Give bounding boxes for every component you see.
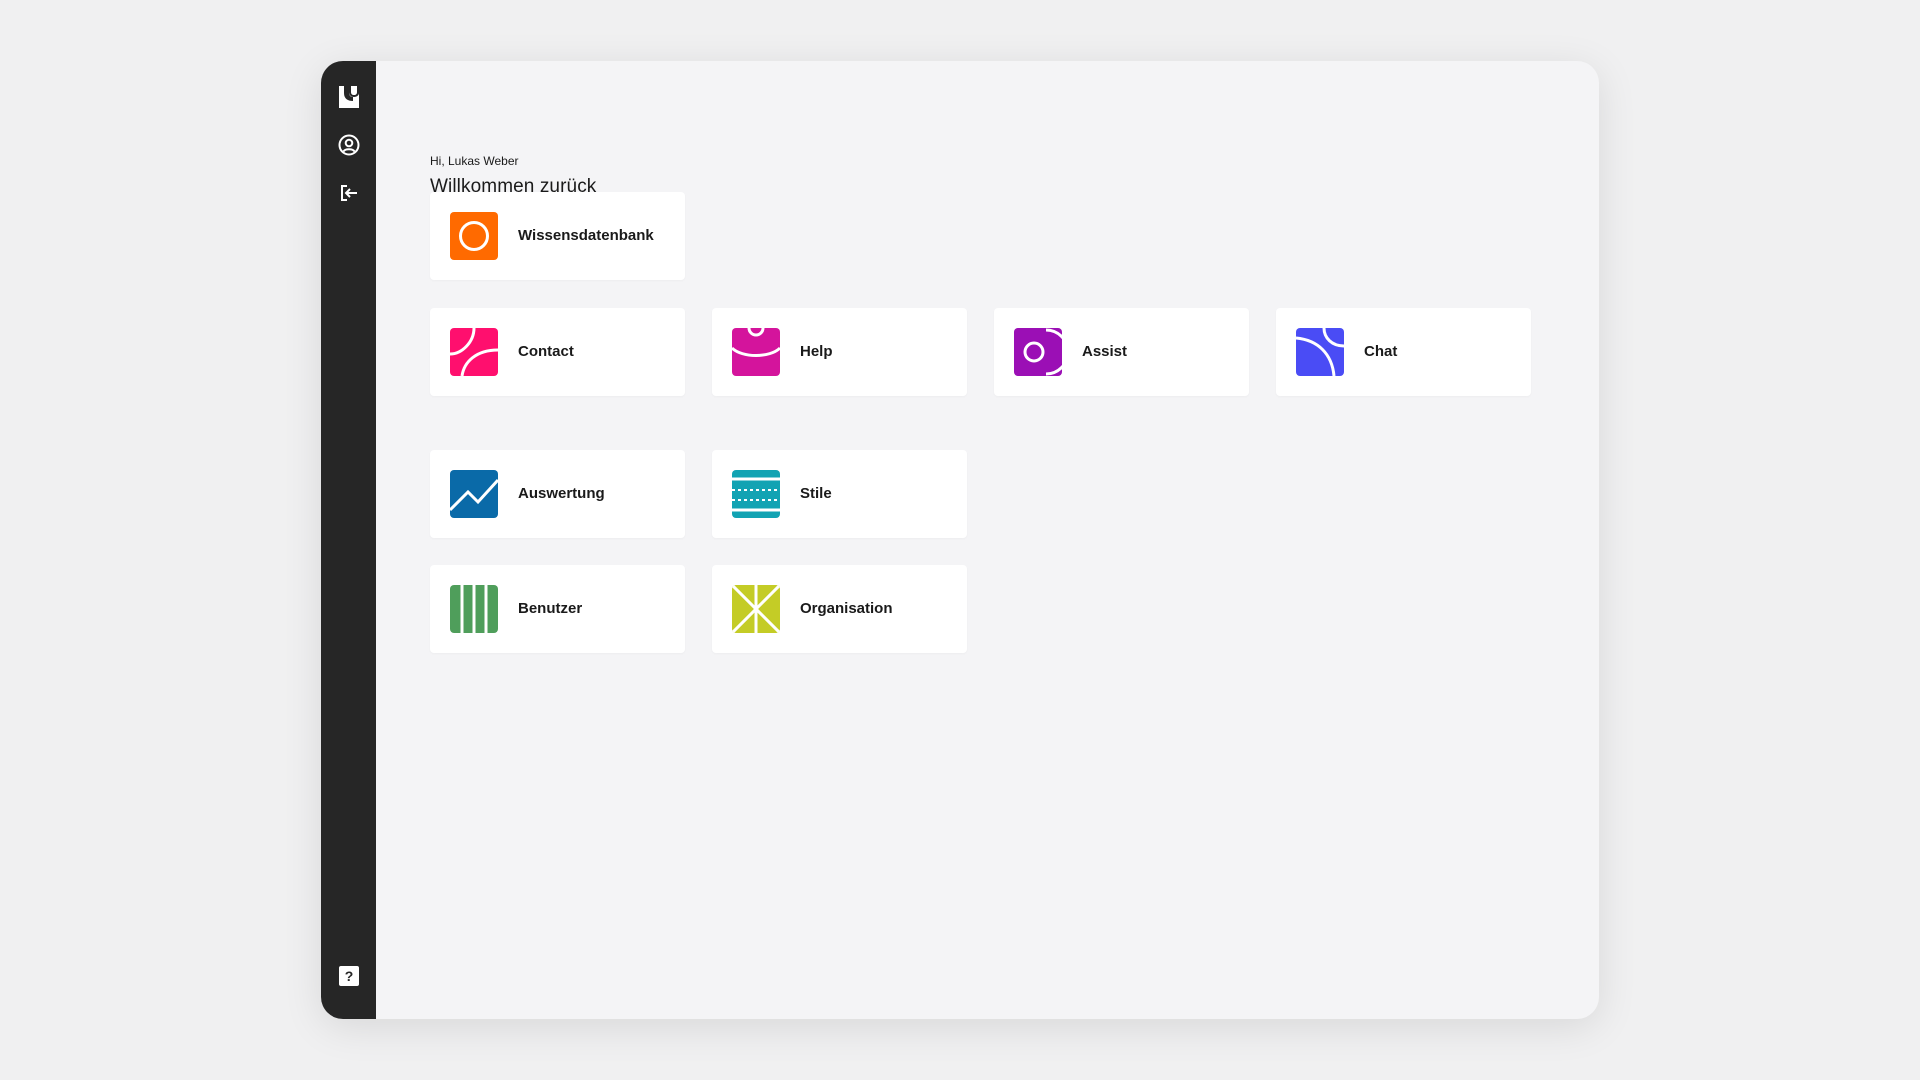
organisation-icon [732, 585, 780, 633]
app-card-assist[interactable]: Assist [994, 308, 1249, 396]
app-window: ? Hi, Lukas Weber Willkommen zurück Wiss… [321, 61, 1599, 1019]
user-greeting: Hi, Lukas Weber [430, 154, 519, 168]
app-card-organisation[interactable]: Organisation [712, 565, 967, 653]
sidebar: ? [321, 61, 376, 1019]
app-card-help[interactable]: Help [712, 308, 967, 396]
app-card-label: Benutzer [518, 600, 583, 617]
chart-line-icon [450, 470, 498, 518]
app-card-label: Assist [1082, 343, 1128, 360]
app-card-wissensdatenbank[interactable]: Wissensdatenbank [430, 192, 685, 280]
contact-icon [450, 328, 498, 376]
app-card-label: Chat [1364, 343, 1398, 360]
app-card-label: Contact [518, 343, 574, 360]
app-card-chat[interactable]: Chat [1276, 308, 1531, 396]
users-icon [450, 585, 498, 633]
styles-icon [732, 470, 780, 518]
logo-icon[interactable] [336, 84, 362, 110]
app-card-label: Stile [800, 485, 832, 502]
help-app-icon [732, 328, 780, 376]
main-content: Hi, Lukas Weber Willkommen zurück Wissen… [376, 61, 1599, 1019]
app-card-label: Organisation [800, 600, 893, 617]
user-profile-icon[interactable] [336, 132, 362, 158]
circle-icon [450, 212, 498, 260]
assist-icon [1014, 328, 1062, 376]
app-card-label: Help [800, 343, 833, 360]
logout-icon[interactable] [336, 180, 362, 206]
app-card-stile[interactable]: Stile [712, 450, 967, 538]
help-icon-symbol: ? [345, 968, 354, 984]
help-icon[interactable]: ? [336, 963, 362, 989]
chat-icon [1296, 328, 1344, 376]
app-card-benutzer[interactable]: Benutzer [430, 565, 685, 653]
app-card-contact[interactable]: Contact [430, 308, 685, 396]
app-card-auswertung[interactable]: Auswertung [430, 450, 685, 538]
app-card-label: Wissensdatenbank [518, 227, 654, 244]
app-card-label: Auswertung [518, 485, 605, 502]
